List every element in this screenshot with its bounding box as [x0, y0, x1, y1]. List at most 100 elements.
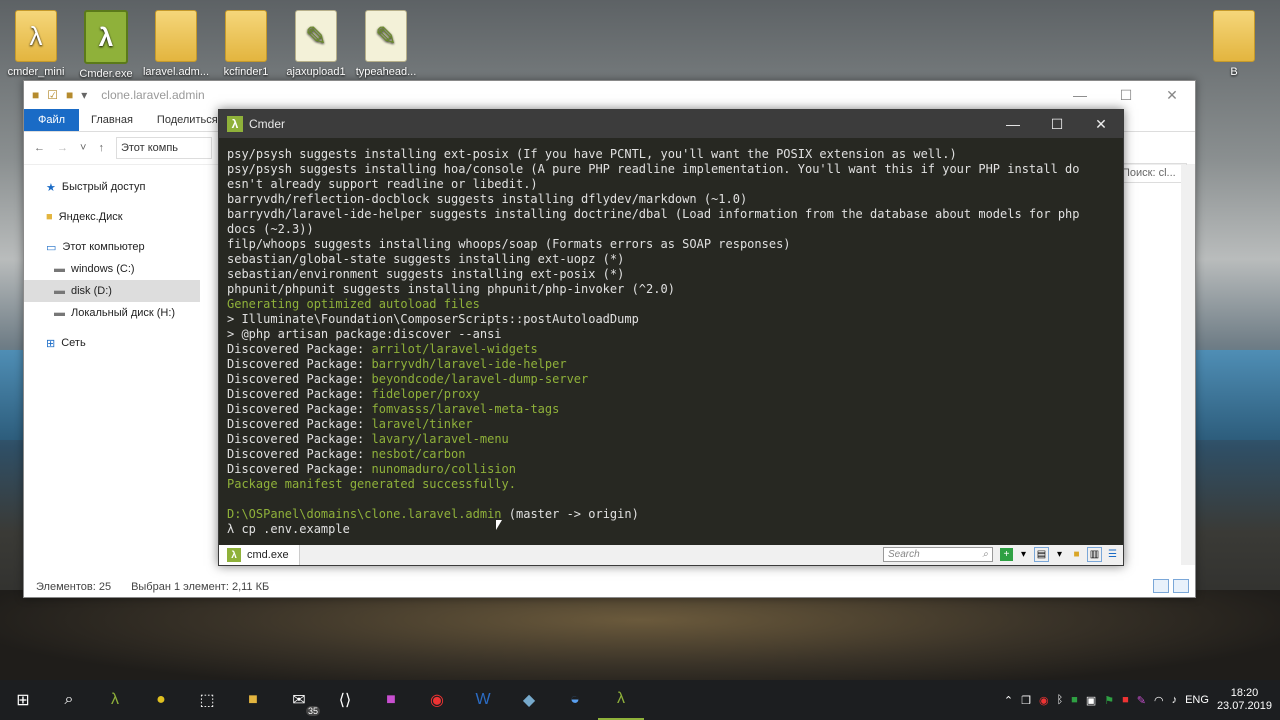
- desktop-icon-label: laravel.adm...: [142, 66, 210, 78]
- view-buttons: [1153, 579, 1189, 593]
- word-icon[interactable]: W: [460, 680, 506, 720]
- console-line-text: psy/psysh suggests installing hoa/consol…: [227, 162, 1080, 176]
- code-editor-icon[interactable]: ⟨⟩: [322, 680, 368, 720]
- tab-share[interactable]: Поделиться: [145, 109, 230, 131]
- console-line: filp/whoops suggests installing whoops/s…: [227, 237, 1117, 252]
- taskbar-cmder-icon[interactable]: λ: [598, 680, 644, 720]
- properties-icon[interactable]: ☑: [47, 88, 58, 102]
- chrome-icon[interactable]: ●: [138, 680, 184, 720]
- forward-arrow-icon[interactable]: →: [57, 142, 68, 154]
- phpstorm-icon[interactable]: ■: [368, 680, 414, 720]
- tray-green-app-icon[interactable]: ■: [1071, 694, 1078, 706]
- tray-record-icon[interactable]: ◉: [1039, 694, 1049, 707]
- desktop-icon-b[interactable]: B: [1198, 10, 1270, 78]
- tray-monitor-icon[interactable]: ▣: [1086, 694, 1096, 707]
- lock-icon[interactable]: ■: [1070, 548, 1083, 561]
- nav-item-this-pc[interactable]: ▭ Этот компьютер: [24, 236, 200, 258]
- bluetooth-icon[interactable]: ᛒ: [1057, 694, 1064, 706]
- tray-antivirus-icon[interactable]: ■: [1122, 694, 1129, 706]
- language-indicator[interactable]: ENG: [1185, 694, 1209, 706]
- console-search-input[interactable]: Search ⌕: [883, 547, 993, 562]
- console-line-text: lavary/laravel-menu: [371, 432, 509, 446]
- new-folder-icon[interactable]: ■: [66, 88, 73, 102]
- start-button[interactable]: ⊞: [0, 680, 46, 720]
- wifi-icon[interactable]: ◠: [1154, 694, 1164, 707]
- desktop-icon-label: B: [1230, 66, 1238, 78]
- maximize-icon[interactable]: ☐: [1103, 81, 1149, 109]
- doc-folder-icon: ✎: [365, 10, 407, 62]
- nav-item-yandex-disk[interactable]: ■ Яндекс.Диск: [24, 206, 200, 228]
- chevron-down-icon[interactable]: ˅: [80, 142, 86, 154]
- console-line-text: fomvasss/laravel-meta-tags: [371, 402, 560, 416]
- taskbar-cmder-mini-icon[interactable]: λ: [92, 680, 138, 720]
- nav-item-drive-h[interactable]: ▬ Локальный диск (H:): [24, 302, 200, 324]
- desktop-icon-ajaxupload1[interactable]: ✎ ajaxupload1: [280, 10, 352, 78]
- explorer-scrollbar[interactable]: [1181, 165, 1195, 565]
- nav-item-drive-c[interactable]: ▬ windows (C:): [24, 258, 200, 280]
- tray-flag-icon[interactable]: ⚑: [1104, 694, 1114, 707]
- menu-icon[interactable]: ☰: [1106, 548, 1119, 561]
- cmder-window[interactable]: λ Cmder — ☐ ✕ psy/psysh suggests install…: [218, 109, 1124, 566]
- new-console-icon[interactable]: +: [1000, 548, 1013, 561]
- explorer-search-input[interactable]: Поиск: cl...: [1117, 163, 1187, 183]
- file-explorer-icon[interactable]: ■: [230, 680, 276, 720]
- search-icon: ⌕: [982, 549, 988, 560]
- nav-item-drive-d[interactable]: ▬ disk (D:): [24, 280, 200, 302]
- search-icon[interactable]: ⌕: [46, 680, 92, 720]
- prompt-path: D:\OSPanel\domains\clone.laravel.admin: [227, 507, 502, 521]
- clock-time: 18:20: [1230, 687, 1259, 699]
- desktop-pier-background: [0, 590, 1280, 690]
- desktop-icon-label: cmder_mini: [7, 66, 65, 78]
- drive-icon: ▬: [54, 307, 65, 319]
- split-view-icon[interactable]: ▥: [1087, 547, 1102, 562]
- folder-icon[interactable]: ■: [32, 88, 39, 102]
- chevron-down-icon[interactable]: ▾: [1017, 548, 1030, 561]
- console-command-line[interactable]: λ cp .env.example: [227, 522, 1117, 537]
- volume-icon[interactable]: ♪: [1172, 694, 1178, 706]
- tray-pen-icon[interactable]: ✎: [1137, 694, 1146, 707]
- clock[interactable]: 18:20 23.07.2019: [1217, 687, 1272, 713]
- console-line-prefix: Discovered Package:: [227, 402, 372, 416]
- desktop-icon-kcfinder1[interactable]: kcfinder1: [210, 10, 282, 78]
- console-output[interactable]: psy/psysh suggests installing ext-posix …: [227, 147, 1117, 543]
- tab-home[interactable]: Главная: [79, 109, 145, 131]
- notes-app-icon[interactable]: ◆: [506, 680, 552, 720]
- nav-item-quick-access[interactable]: ★ Быстрый доступ: [24, 176, 200, 198]
- large-icons-view-icon[interactable]: [1173, 579, 1189, 593]
- chevron-down-icon[interactable]: ▾: [1053, 548, 1066, 561]
- minimize-icon[interactable]: —: [1057, 81, 1103, 109]
- record-icon[interactable]: ◉: [414, 680, 460, 720]
- mail-icon[interactable]: ✉ 35: [276, 680, 322, 720]
- cloud-app-icon[interactable]: ◒: [552, 680, 598, 720]
- up-arrow-icon[interactable]: ↑: [98, 142, 104, 154]
- star-icon: ★: [46, 181, 56, 194]
- tray-arrow-icon[interactable]: ⌃: [1004, 694, 1013, 707]
- store-icon[interactable]: ⬚: [184, 680, 230, 720]
- desktop-icon-laravel-admin[interactable]: laravel.adm...: [140, 10, 212, 78]
- address-field[interactable]: Этот компь: [115, 137, 212, 159]
- console-tab[interactable]: λ cmd.exe: [219, 545, 300, 565]
- desktop-icon-cmder-mini[interactable]: λ cmder_mini: [0, 10, 72, 78]
- console-line: Discovered Package: fideloper/proxy: [227, 387, 1117, 402]
- back-arrow-icon[interactable]: ←: [34, 142, 45, 154]
- nav-item-network[interactable]: ⊞ Сеть: [24, 332, 200, 354]
- close-icon[interactable]: ✕: [1149, 81, 1195, 109]
- close-icon[interactable]: ✕: [1079, 110, 1123, 138]
- customize-toolbar-icon[interactable]: ▾: [81, 88, 87, 102]
- details-view-icon[interactable]: [1153, 579, 1169, 593]
- console-list-icon[interactable]: ▤: [1034, 547, 1049, 562]
- search-placeholder: Search: [888, 549, 920, 560]
- minimize-icon[interactable]: —: [991, 110, 1035, 138]
- console-line-text: phpunit/phpunit suggests installing phpu…: [227, 282, 675, 296]
- console-line: Discovered Package: barryvdh/laravel-ide…: [227, 357, 1117, 372]
- drive-icon: ▬: [54, 285, 65, 297]
- desktop-icon-typeahead[interactable]: ✎ typeahead...: [350, 10, 422, 78]
- tab-file[interactable]: Файл: [24, 109, 80, 131]
- maximize-icon[interactable]: ☐: [1035, 110, 1079, 138]
- console-line-text: docs (~2.3)): [227, 222, 314, 236]
- console-line: > @php artisan package:discover --ansi: [227, 327, 1117, 342]
- tray-copy-icon[interactable]: ❐: [1021, 694, 1031, 707]
- console-line: docs (~2.3)): [227, 222, 1117, 237]
- desktop-icon-cmder-exe[interactable]: λ Cmder.exe: [70, 10, 142, 80]
- console-line-prefix: Discovered Package:: [227, 462, 372, 476]
